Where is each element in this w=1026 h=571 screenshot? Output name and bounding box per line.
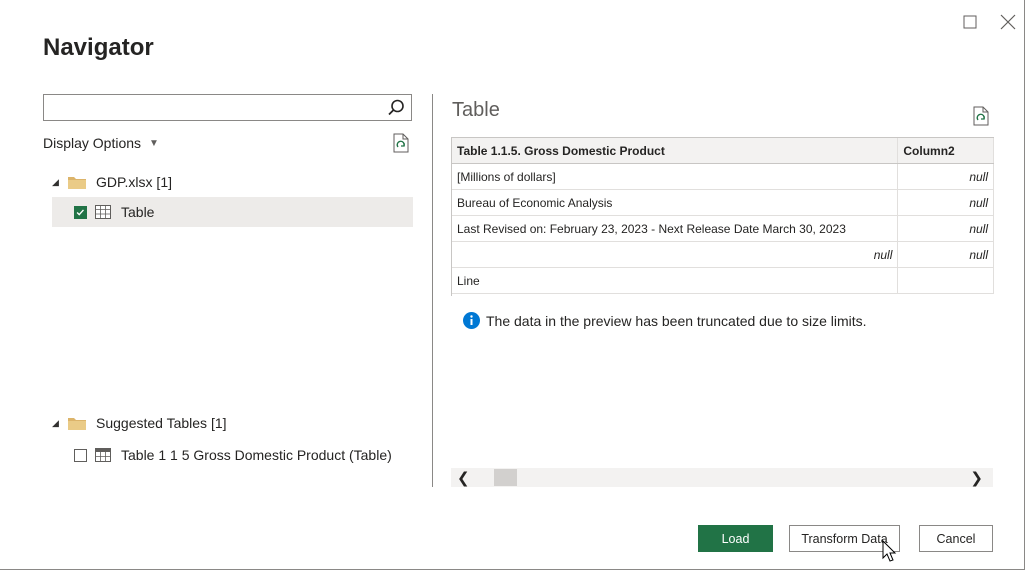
search-icon[interactable] <box>386 98 406 118</box>
table-icon <box>95 448 111 462</box>
checkmark-icon <box>76 209 84 216</box>
info-icon <box>463 312 480 329</box>
preview-title: Table <box>452 99 500 121</box>
table-row: [Millions of dollars] null <box>452 163 994 190</box>
table-row: Line <box>452 267 994 294</box>
table-row: Bureau of Economic Analysis null <box>452 189 994 216</box>
search-input[interactable] <box>44 95 386 120</box>
column-header[interactable]: Column2 <box>897 138 994 164</box>
table-icon <box>95 205 111 219</box>
collapse-icon[interactable]: ◢ <box>52 177 64 188</box>
tree-item-label: Table <box>121 204 155 220</box>
truncation-notice: The data in the preview has been truncat… <box>463 312 867 329</box>
tree-item-label: Suggested Tables [1] <box>96 415 227 431</box>
tree-item-label: GDP.xlsx [1] <box>96 174 172 190</box>
preview-grid[interactable]: Table 1.1.5. Gross Domestic Product Colu… <box>451 137 994 296</box>
table-cell: null <box>897 215 994 242</box>
table-cell: Last Revised on: February 23, 2023 - Nex… <box>452 215 899 242</box>
cancel-button[interactable]: Cancel <box>919 525 993 552</box>
chevron-down-icon: ▼ <box>149 137 159 149</box>
display-options-label: Display Options <box>43 135 142 151</box>
scroll-right-icon[interactable]: ❯ <box>970 469 983 487</box>
tree-item-suggested-tables[interactable]: ◢ Suggested Tables [1] <box>52 408 227 438</box>
table-cell <box>897 267 994 294</box>
table-checkbox[interactable] <box>74 205 87 219</box>
refresh-icon[interactable] <box>392 133 410 153</box>
mouse-pointer-icon <box>882 540 897 562</box>
refresh-icon[interactable] <box>972 106 990 126</box>
pane-divider[interactable] <box>432 94 433 487</box>
suggested-table-checkbox[interactable] <box>74 448 87 462</box>
table-cell: Bureau of Economic Analysis <box>452 189 899 216</box>
display-options-dropdown[interactable]: Display Options ▼ <box>43 135 159 151</box>
truncation-message: The data in the preview has been truncat… <box>486 312 867 329</box>
table-header-row: Table 1.1.5. Gross Domestic Product Colu… <box>452 138 994 164</box>
table-cell: null <box>897 241 994 268</box>
load-button[interactable]: Load <box>698 525 773 552</box>
tree-item-label: Table 1 1 5 Gross Domestic Product (Tabl… <box>121 447 392 463</box>
table-cell: null <box>897 163 994 190</box>
folder-icon <box>68 418 86 430</box>
folder-icon <box>68 177 86 189</box>
navigator-dialog: Navigator Display Options ▼ ◢ GDP.xlsx [… <box>0 0 1025 570</box>
collapse-icon[interactable]: ◢ <box>52 418 64 429</box>
table-cell: null <box>897 189 994 216</box>
scrollbar-thumb[interactable] <box>494 469 517 486</box>
search-box[interactable] <box>43 94 412 121</box>
horizontal-scrollbar[interactable]: ❮ ❯ <box>451 468 993 487</box>
table-row: Last Revised on: February 23, 2023 - Nex… <box>452 215 994 242</box>
table-cell: Line <box>452 267 899 294</box>
dialog-title: Navigator <box>43 34 154 61</box>
scroll-left-icon[interactable]: ❮ <box>457 469 470 487</box>
maximize-icon[interactable] <box>960 12 980 32</box>
tree-item-suggested-table[interactable]: Table 1 1 5 Gross Domestic Product (Tabl… <box>52 440 392 470</box>
table-cell: [Millions of dollars] <box>452 163 899 190</box>
table-cell: null <box>452 241 899 268</box>
tree-item-table[interactable]: Table <box>52 197 413 227</box>
column-header[interactable]: Table 1.1.5. Gross Domestic Product <box>452 138 899 164</box>
tree-item-gdp-file[interactable]: ◢ GDP.xlsx [1] <box>52 167 172 197</box>
close-icon[interactable] <box>998 12 1018 32</box>
table-row: null null <box>452 241 994 268</box>
preview-table: Table 1.1.5. Gross Domestic Product Colu… <box>452 138 994 294</box>
